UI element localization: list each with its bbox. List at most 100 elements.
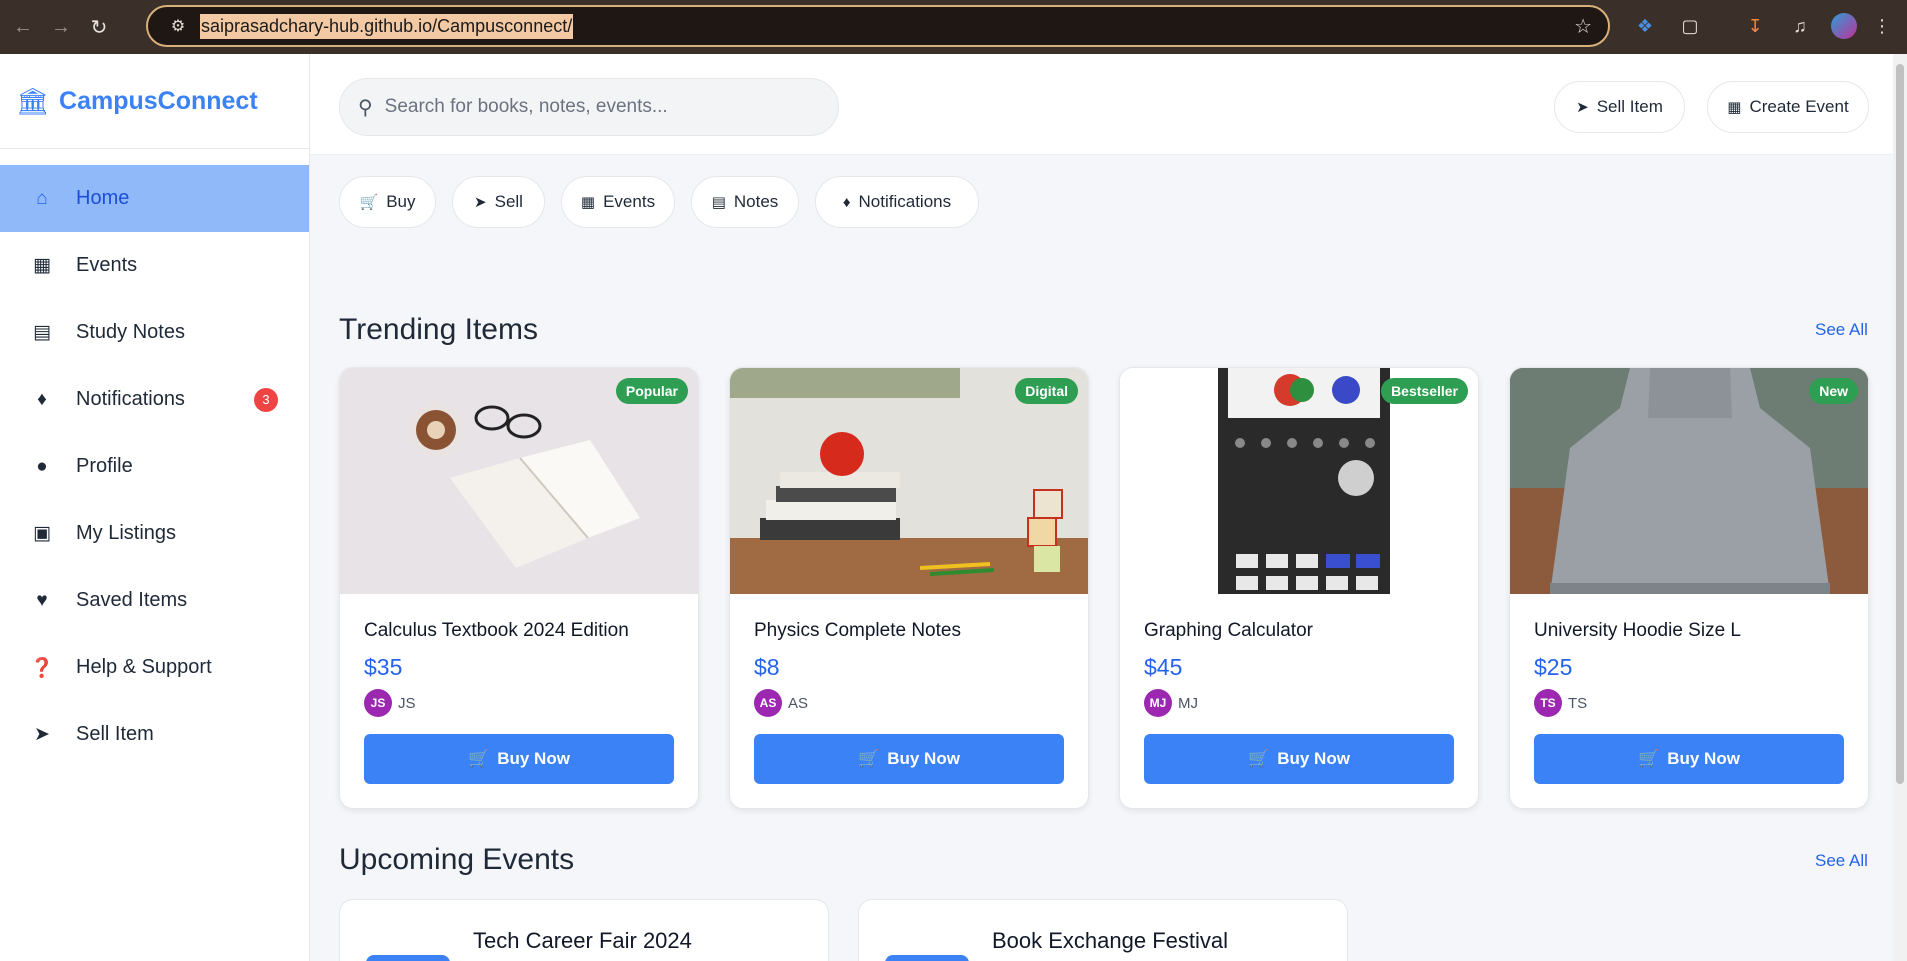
avatar: AS [754,689,782,717]
item-card[interactable]: New University Hoodie Size L $25 TS TS 🛒… [1509,367,1869,809]
cart-icon: 🛒 [1638,749,1660,768]
sidebar-item-notifications[interactable]: ♦ Notifications 3 [0,366,309,433]
sidebar: 🏛 CampusConnect ⌂ Home ▦ Events ▤ Study … [0,54,310,961]
buy-now-button[interactable]: 🛒 Buy Now [1144,734,1454,784]
item-price: $35 [364,654,403,680]
item-title[interactable]: University Hoodie Size L [1534,620,1741,642]
item-title[interactable]: Calculus Textbook 2024 Edition [364,620,629,642]
item-price: $8 [754,654,780,680]
scrollbar-thumb[interactable] [1896,64,1904,784]
create-event-button[interactable]: ▦ Create Event [1707,81,1869,133]
address-bar[interactable]: ⚙ saiprasadchary-hub.github.io/Campuscon… [146,5,1610,47]
item-tag-badge: New [1809,378,1858,404]
heart-icon: ♥ [36,589,48,611]
buy-now-label: Buy Now [887,749,960,768]
sidebar-item-help-support[interactable]: ❓ Help & Support [0,634,309,701]
create-event-label: Create Event [1749,97,1849,116]
filter-label: Sell [494,192,523,211]
sidebar-item-my-listings[interactable]: ▣ My Listings [0,500,309,567]
brand-name: CampusConnect [59,86,258,115]
trending-see-all-link[interactable]: See All [1815,320,1868,340]
sidebar-item-label: Help & Support [76,656,212,678]
item-title[interactable]: Physics Complete Notes [754,620,961,642]
events-see-all-link[interactable]: See All [1815,851,1868,871]
sidebar-item-saved-items[interactable]: ♥ Saved Items [0,567,309,634]
buy-now-label: Buy Now [497,749,570,768]
cart-icon: 🛒 [1248,749,1270,768]
user-icon: ● [36,455,48,477]
search-box[interactable]: ⚲ [339,78,839,136]
url-text[interactable]: saiprasadchary-hub.github.io/Campusconne… [200,13,574,39]
download-icon[interactable]: ↧ [1741,12,1769,40]
tag-icon: ➤ [1576,99,1589,116]
search-input[interactable] [384,96,805,118]
cart-icon: 🛒 [468,749,490,768]
media-control-icon[interactable]: ♫ [1786,12,1814,40]
item-title[interactable]: Graphing Calculator [1144,620,1313,642]
filter-notifications[interactable]: ♦ Notifications [815,176,979,228]
document-icon: ▤ [33,322,51,343]
cart-icon: 🛒 [858,749,880,768]
back-icon[interactable]: ← [8,12,38,42]
seller-name: MJ [1178,694,1198,712]
avatar: JS [364,689,392,717]
filter-events[interactable]: ▦ Events [561,176,675,228]
item-tag-badge: Digital [1015,378,1078,404]
sidebar-item-label: My Listings [76,522,177,544]
seller-name: JS [398,694,416,712]
brand[interactable]: 🏛 CampusConnect [0,54,309,149]
filter-label: Buy [386,192,416,211]
item-image-calculator: Bestseller [1120,368,1478,594]
event-title[interactable]: Book Exchange Festival [992,928,1228,954]
sidebar-item-home[interactable]: ⌂ Home [0,165,309,232]
upcoming-events-heading: Upcoming Events [339,843,575,876]
avatar: TS [1534,689,1562,717]
seller-info: JS JS [364,689,416,717]
reload-icon[interactable]: ↻ [84,12,114,42]
notification-count-badge: 3 [254,387,278,412]
top-bar: ⚲ ➤ Sell Item ▦ Create Event [310,54,1907,155]
sidebar-item-label: Saved Items [76,589,188,611]
profile-avatar-icon[interactable] [1831,13,1857,39]
forward-icon[interactable]: → [46,12,76,42]
event-card[interactable]: Tech Career Fair 2024 [339,899,829,961]
seller-name: AS [788,694,809,712]
event-title[interactable]: Tech Career Fair 2024 [473,928,692,954]
extensions-icon[interactable]: ▢ [1676,12,1704,40]
event-date-badge [885,955,969,961]
filter-label: Notes [733,192,779,211]
filter-notes[interactable]: ▤ Notes [691,176,799,228]
item-image-notes: Digital [730,368,1088,594]
filter-sell[interactable]: ➤ Sell [452,176,545,228]
search-icon: ⚲ [358,96,373,119]
item-card[interactable]: Popular Calculus Textbook 2024 Edition $… [339,367,699,809]
seller-info: AS AS [754,689,808,717]
item-tag-badge: Bestseller [1381,378,1468,404]
page-scrollbar[interactable] [1893,54,1907,961]
bookmark-star-icon[interactable]: ☆ [1574,14,1592,39]
seller-name: TS [1568,694,1588,712]
filter-buy[interactable]: 🛒 Buy [339,176,436,228]
site-settings-icon[interactable]: ⚙ [160,16,196,36]
sidebar-item-study-notes[interactable]: ▤ Study Notes [0,299,309,366]
seller-info: TS TS [1534,689,1587,717]
home-icon: ⌂ [36,187,48,209]
buy-now-button[interactable]: 🛒 Buy Now [754,734,1064,784]
extension-puzzle-icon[interactable]: ❖ [1631,12,1659,40]
menu-kebab-icon[interactable]: ⋮ [1868,12,1896,40]
event-card[interactable]: Book Exchange Festival [858,899,1348,961]
item-image-hoodie: New [1510,368,1868,594]
sidebar-item-events[interactable]: ▦ Events [0,232,309,299]
buy-now-button[interactable]: 🛒 Buy Now [1534,734,1844,784]
item-card[interactable]: Bestseller Graphing Calculator $45 MJ MJ… [1119,367,1479,809]
calendar-icon: ▦ [33,255,51,276]
item-card[interactable]: Digital Physics Complete Notes $8 AS AS … [729,367,1089,809]
buy-now-button[interactable]: 🛒 Buy Now [364,734,674,784]
sidebar-item-sell-item[interactable]: ➤ Sell Item [0,701,309,768]
filter-label: Events [603,192,656,211]
sell-item-button[interactable]: ➤ Sell Item [1554,81,1685,133]
sidebar-item-profile[interactable]: ● Profile [0,433,309,500]
bell-icon: ♦ [842,193,851,211]
sidebar-item-label: Sell Item [76,723,154,745]
avatar: MJ [1144,689,1172,717]
